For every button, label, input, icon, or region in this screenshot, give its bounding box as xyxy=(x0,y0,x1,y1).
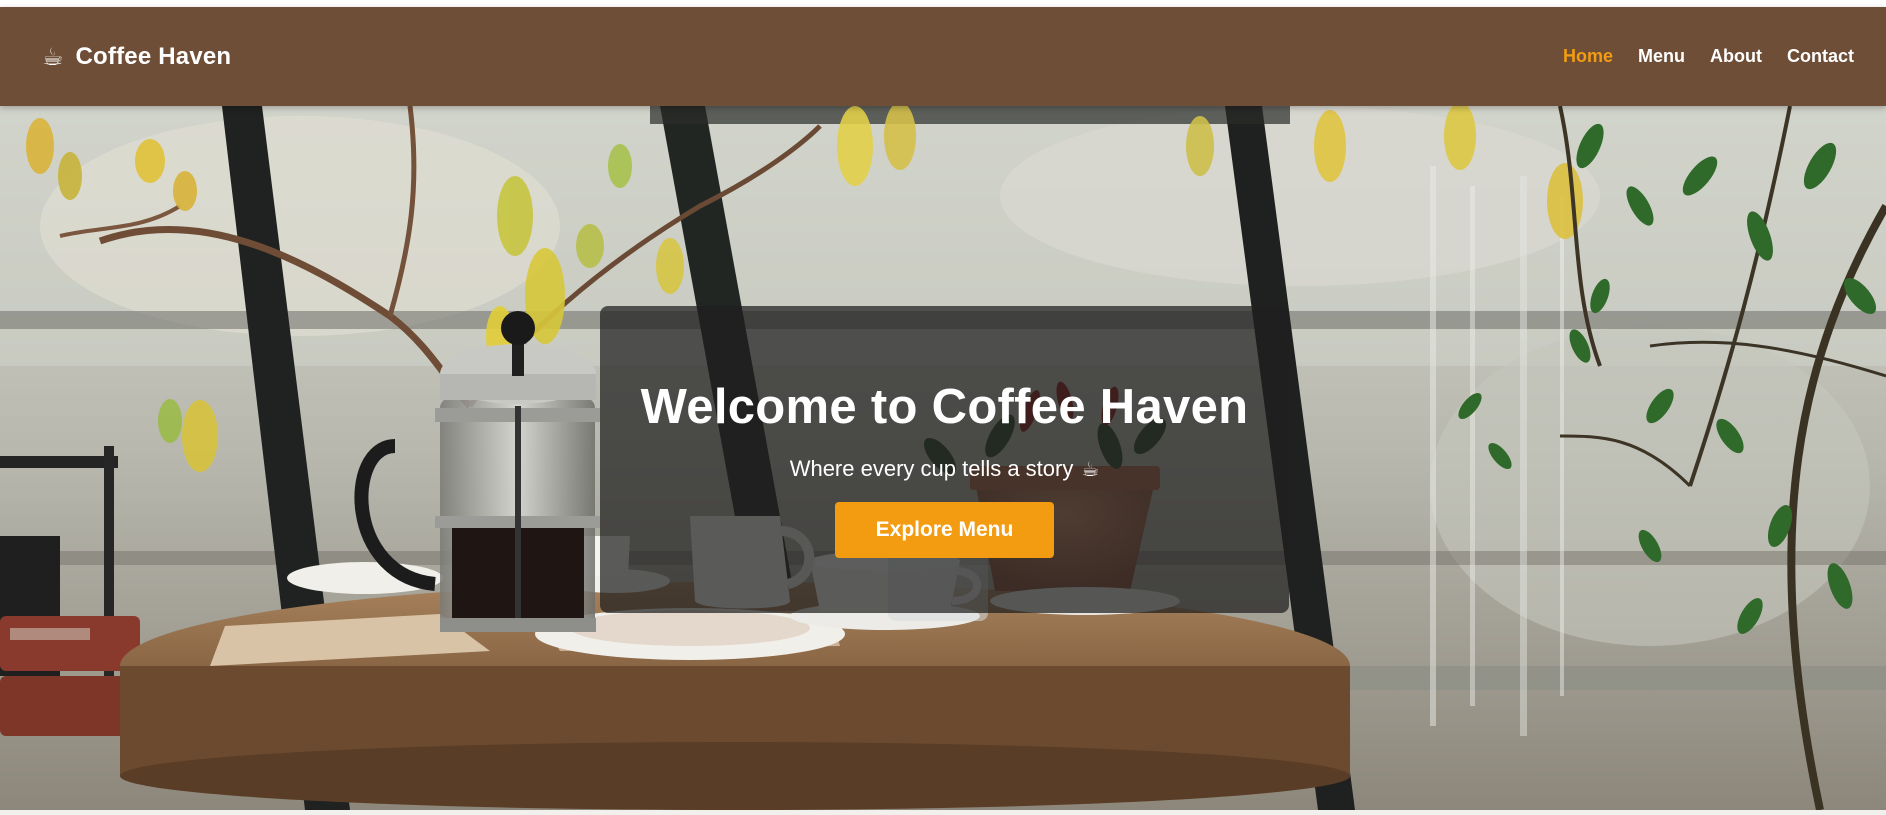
nav-link-menu[interactable]: Menu xyxy=(1638,46,1685,66)
hero-card: Welcome to Coffee Haven Where every cup … xyxy=(600,306,1289,613)
coffee-cup-icon: ☕ xyxy=(1081,457,1100,481)
page-bottom-edge xyxy=(0,810,1886,815)
hero-section: Welcome to Coffee Haven Where every cup … xyxy=(0,106,1886,810)
page: ☕ Coffee Haven Home Menu About Contact W… xyxy=(0,0,1886,815)
nav-link-about[interactable]: About xyxy=(1710,46,1762,66)
nav-link-home[interactable]: Home xyxy=(1563,46,1613,66)
hero-subtitle-text: Where every cup tells a story xyxy=(789,456,1074,481)
hero-title: Welcome to Coffee Haven xyxy=(640,380,1249,434)
explore-menu-button[interactable]: Explore Menu xyxy=(835,502,1054,558)
nav-link-contact[interactable]: Contact xyxy=(1787,46,1854,66)
brand-name: Coffee Haven xyxy=(75,42,232,70)
brand[interactable]: ☕ Coffee Haven xyxy=(42,43,231,71)
navbar: ☕ Coffee Haven Home Menu About Contact xyxy=(0,7,1886,106)
coffee-cup-icon: ☕ xyxy=(42,42,64,71)
nav-links: Home Menu About Contact xyxy=(1563,46,1854,67)
hero-subtitle: Where every cup tells a story ☕ xyxy=(790,456,1100,482)
